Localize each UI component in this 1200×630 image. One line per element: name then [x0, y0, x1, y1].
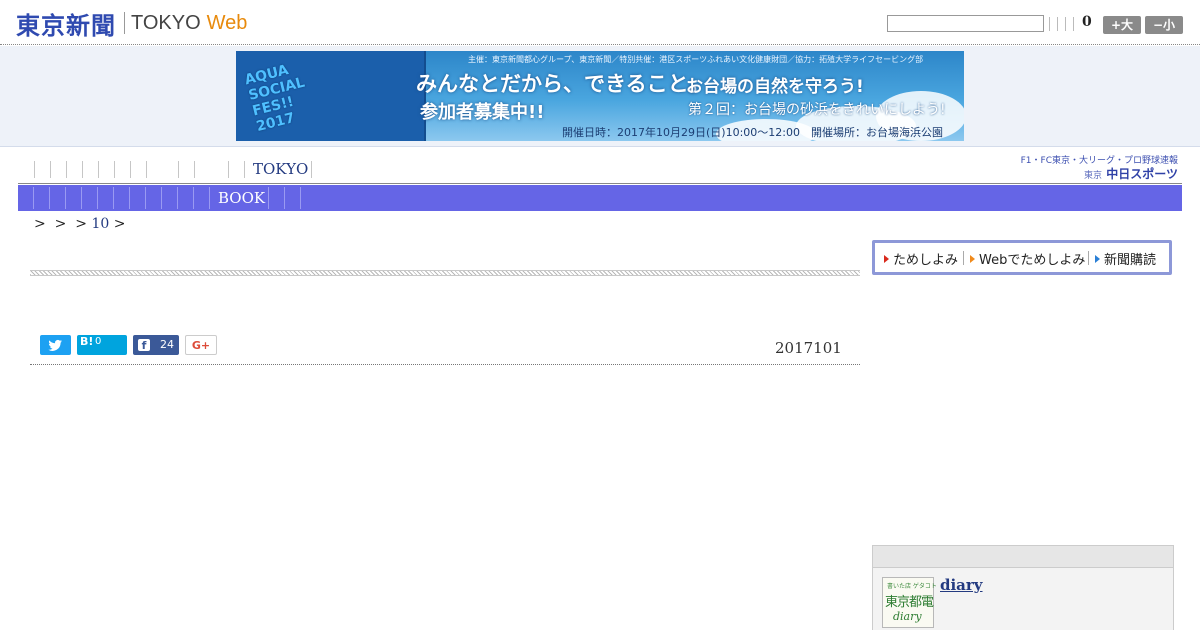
subscribe-link[interactable]: 新聞購読 [1095, 249, 1156, 268]
genre-item[interactable] [49, 187, 50, 209]
banner-credit: 主催：東京新聞都心グループ、東京新聞／特別共催：港区スポーツふれあい文化健康財団… [468, 55, 924, 64]
web-tameshiyomi-label: Webでためしよみ [979, 253, 1086, 268]
search-input[interactable] [887, 15, 1044, 32]
site-logo[interactable]: 東京新聞 TOKYO Web [16, 9, 248, 40]
genre-item[interactable] [145, 187, 146, 209]
header-count: 0 [1082, 14, 1092, 30]
header-link-divider [1065, 17, 1066, 31]
genre-book[interactable]: BOOK [218, 189, 265, 207]
genre-item[interactable] [129, 187, 130, 209]
facebook-share-button[interactable]: f 24 [133, 335, 179, 355]
section-nav-item[interactable] [228, 161, 229, 178]
genre-item[interactable] [97, 187, 98, 209]
chunichi-logo-main: 中日スポーツ [1106, 167, 1178, 181]
banner-main-copy: みんなとだから、できること。 [416, 72, 710, 96]
logo-tokyo-text: TOKYO [131, 11, 201, 34]
diary-thumb-title: 東京都電 [885, 595, 934, 610]
nav-divider [18, 183, 1182, 184]
ad-banner[interactable]: AQUA SOCIAL FES!! 2017 主催：東京新聞都心グループ、東京新… [236, 51, 964, 141]
section-nav-item[interactable] [178, 161, 179, 178]
header-link-divider [1049, 17, 1050, 31]
header-link-divider [1073, 17, 1074, 31]
subscribe-label: 新聞購読 [1104, 253, 1157, 268]
breadcrumb-separator: > [113, 216, 126, 232]
section-nav-item[interactable] [311, 161, 312, 178]
section-nav-item[interactable] [66, 161, 67, 178]
genre-item[interactable] [113, 187, 114, 209]
font-size-small-button[interactable]: −小 [1145, 16, 1183, 34]
section-nav-item[interactable] [244, 161, 245, 178]
site-header: 東京新聞 TOKYO Web 0 +大 −小 [0, 0, 1200, 45]
sidebar-box-header [873, 546, 1173, 568]
web-tameshiyomi-link[interactable]: Webでためしよみ [970, 249, 1085, 268]
section-nav-item[interactable] [194, 161, 195, 178]
arrow-right-icon [1095, 255, 1100, 263]
article-title-rule [30, 270, 860, 276]
article-date: 2017101 [775, 339, 842, 357]
genre-item[interactable] [177, 187, 178, 209]
genre-item[interactable] [284, 187, 285, 209]
arrow-right-icon [970, 255, 975, 263]
chunichi-sports-link[interactable]: F1・FC東京・大リーグ・プロ野球速報 東京 中日スポーツ [1021, 153, 1180, 182]
genre-item[interactable] [268, 187, 269, 209]
hatena-icon: B! [80, 335, 94, 348]
chunichi-logo-small: 東京 [1084, 171, 1103, 181]
logo-divider [124, 12, 125, 34]
breadcrumb-separator: > [34, 216, 46, 232]
logo-tokyo-shimbun: 東京新聞 [16, 11, 116, 40]
section-nav-item[interactable] [130, 161, 131, 178]
genre-item[interactable] [33, 187, 34, 209]
chunichi-logo: 東京 中日スポーツ [1084, 165, 1178, 182]
diary-thumb-caption: 書いた店 ゲタコト [887, 583, 937, 590]
section-nav-item[interactable] [98, 161, 99, 178]
banner-date: 開催日時：2017年10月29日(日)10:00〜12:00 開催場所：お台場海… [562, 126, 943, 139]
genre-bar: BOOK [18, 185, 1182, 211]
breadcrumb-separator: > [54, 216, 67, 232]
logo-web-text: Web [206, 11, 248, 34]
section-nav-item[interactable] [50, 161, 51, 178]
breadcrumb-separator: > [75, 216, 88, 232]
genre-item[interactable] [300, 187, 301, 209]
genre-item[interactable] [161, 187, 162, 209]
facebook-count: 24 [160, 338, 174, 351]
subscription-nav: ためしよみ Webでためしよみ 新聞購読 [872, 240, 1172, 275]
genre-item[interactable] [193, 187, 194, 209]
breadcrumb-link[interactable]: 10 [91, 216, 109, 232]
section-nav-item[interactable] [82, 161, 83, 178]
tameshiyomi-label: ためしよみ [893, 253, 959, 268]
section-nav-tokyo[interactable]: TOKYO [253, 160, 308, 178]
section-nav-item[interactable] [34, 161, 35, 178]
section-nav-item[interactable] [146, 161, 147, 178]
banner-shirt-text: AQUA SOCIAL FES!! 2017 [243, 62, 307, 135]
subnav-divider [1088, 251, 1089, 265]
facebook-icon: f [138, 339, 150, 352]
arrow-right-icon [884, 255, 889, 263]
tameshiyomi-link[interactable]: ためしよみ [884, 249, 958, 268]
section-nav: TOKYO [18, 158, 1018, 182]
twitter-share-button[interactable] [40, 335, 71, 355]
hatena-bookmark-button[interactable]: B! 0 [77, 335, 127, 355]
section-nav-item[interactable] [114, 161, 115, 178]
genre-item[interactable] [209, 187, 210, 209]
genre-item[interactable] [65, 187, 66, 209]
hatena-count: 0 [95, 336, 102, 347]
banner-headline: お台場の自然を守ろう! [686, 77, 864, 97]
article-date-rule [30, 364, 860, 365]
header-link-divider [1057, 17, 1058, 31]
diary-thumbnail[interactable]: 書いた店 ゲタコト 東京都電 diary [882, 577, 937, 628]
subnav-divider [963, 251, 964, 265]
google-plus-button[interactable]: G+ [185, 335, 217, 355]
banner-round: 第２回：お台場の砂浜をきれいにしよう! [688, 102, 946, 118]
diary-thumb-subtitle: diary [893, 610, 922, 623]
banner-recruit: 参加者募集中!! [420, 102, 545, 123]
font-size-large-button[interactable]: +大 [1103, 16, 1141, 34]
genre-item[interactable] [81, 187, 82, 209]
twitter-icon [48, 339, 62, 351]
diary-link[interactable]: diary [940, 576, 983, 594]
breadcrumb: > > > 10 > [34, 216, 125, 232]
sidebar-box: 書いた店 ゲタコト 東京都電 diary diary [872, 545, 1174, 630]
banner-shirt-image: AQUA SOCIAL FES!! 2017 [236, 51, 426, 141]
